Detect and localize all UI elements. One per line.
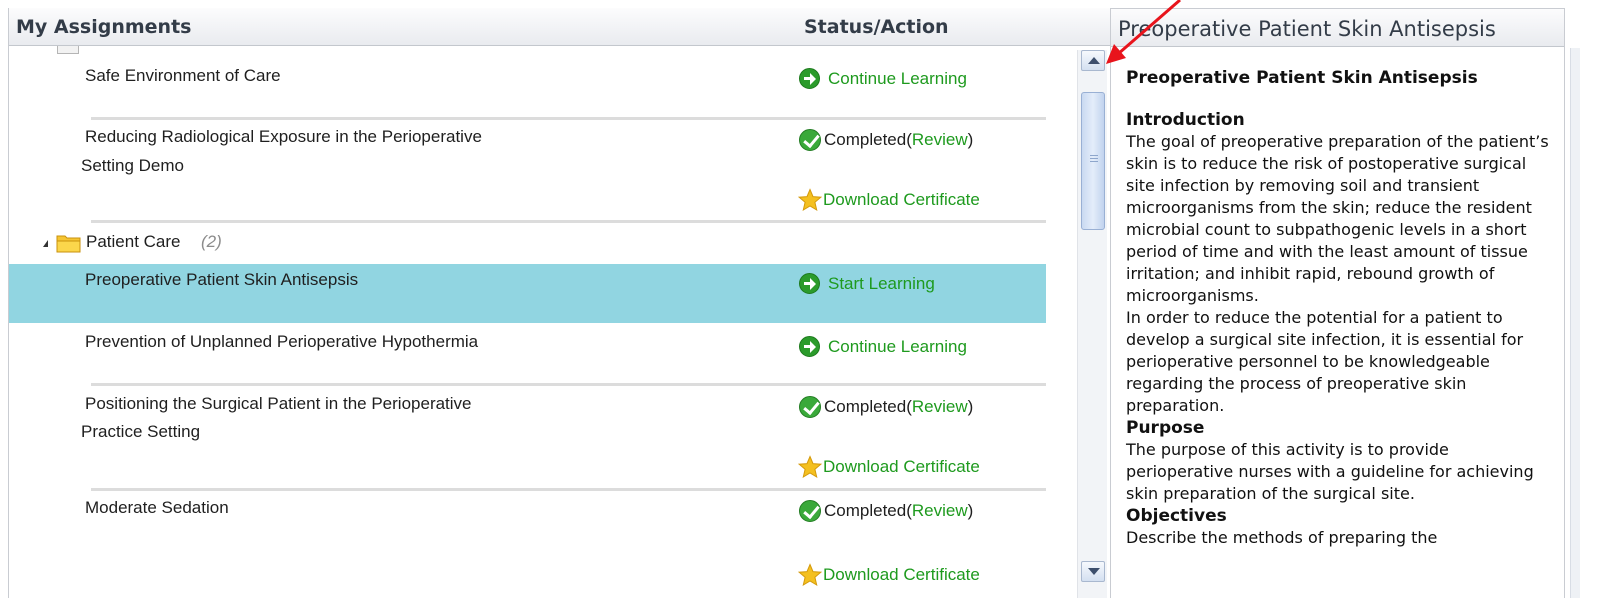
detail-panel: Preoperative Patient Skin Antisepsis Pre… bbox=[1110, 8, 1565, 598]
assignment-row-safe-environment[interactable]: Safe Environment of Care Continue Learni… bbox=[9, 50, 1046, 118]
folder-icon bbox=[56, 235, 81, 253]
detail-body: Preoperative Patient Skin Antisepsis Int… bbox=[1126, 67, 1551, 549]
arrow-right-circle-icon bbox=[799, 68, 820, 89]
folder-patient-care[interactable]: Patient Care (2) bbox=[9, 229, 609, 259]
star-icon bbox=[798, 455, 822, 479]
objectives-heading: Objectives bbox=[1126, 506, 1227, 526]
detail-title: Preoperative Patient Skin Antisepsis bbox=[1126, 68, 1478, 88]
assignment-title: Prevention of Unplanned Perioperative Hy… bbox=[85, 332, 479, 351]
assignments-header: My Assignments Status/Action bbox=[9, 8, 1110, 46]
scrollbar-thumb[interactable] bbox=[1081, 92, 1105, 230]
assignment-row-positioning[interactable]: Positioning the Surgical Patient in the … bbox=[9, 386, 1046, 488]
introduction-text-2: In order to reduce the potential for a p… bbox=[1126, 308, 1524, 415]
assignments-panel: My Assignments Status/Action Safe Enviro… bbox=[8, 8, 1110, 598]
assignment-title-cont: Practice Setting bbox=[81, 422, 201, 441]
continue-learning-link[interactable]: Continue Learning bbox=[799, 336, 967, 357]
download-certificate-link[interactable]: Download Certificate bbox=[798, 188, 980, 212]
scroll-down-arrow-icon[interactable] bbox=[1081, 561, 1105, 582]
completed-status: Completed(Review) bbox=[799, 500, 973, 522]
review-link[interactable]: Review bbox=[912, 130, 968, 150]
purpose-heading: Purpose bbox=[1126, 418, 1205, 438]
review-link[interactable]: Review bbox=[912, 397, 968, 417]
review-link[interactable]: Review bbox=[912, 501, 968, 521]
assignment-title: Safe Environment of Care bbox=[85, 66, 281, 85]
detail-scrollbar[interactable] bbox=[1570, 48, 1580, 598]
folder-count: (2) bbox=[201, 232, 222, 251]
introduction-text: The goal of preoperative preparation of … bbox=[1126, 132, 1549, 305]
check-circle-icon bbox=[799, 396, 821, 418]
row-divider bbox=[91, 220, 1046, 223]
star-icon bbox=[798, 563, 822, 587]
arrow-right-circle-icon bbox=[799, 273, 820, 294]
assignment-row-radiological-exposure[interactable]: Reducing Radiological Exposure in the Pe… bbox=[9, 120, 1046, 220]
collapse-triangle-icon[interactable] bbox=[43, 240, 48, 247]
introduction-heading: Introduction bbox=[1126, 110, 1245, 130]
completed-status: Completed(Review) bbox=[799, 396, 973, 418]
status-action-heading: Status/Action bbox=[804, 16, 949, 38]
assignment-row-preoperative-skin-antisepsis[interactable]: Preoperative Patient Skin Antisepsis Sta… bbox=[9, 264, 1046, 323]
assignment-title: Reducing Radiological Exposure in the Pe… bbox=[85, 127, 482, 146]
objectives-text: Describe the methods of preparing the bbox=[1126, 528, 1438, 547]
check-circle-icon bbox=[799, 129, 821, 151]
assignment-title-cont: Setting Demo bbox=[81, 156, 184, 175]
assignments-scrollbar[interactable] bbox=[1077, 50, 1107, 598]
completed-status: Completed(Review) bbox=[799, 129, 973, 151]
star-icon bbox=[798, 188, 822, 212]
purpose-text: The purpose of this activity is to provi… bbox=[1126, 440, 1534, 503]
start-learning-link[interactable]: Start Learning bbox=[799, 273, 935, 294]
continue-learning-link[interactable]: Continue Learning bbox=[799, 68, 967, 89]
check-circle-icon bbox=[799, 500, 821, 522]
assignment-title: Positioning the Surgical Patient in the … bbox=[85, 394, 472, 413]
assignment-row-hypothermia[interactable]: Prevention of Unplanned Perioperative Hy… bbox=[9, 323, 1046, 383]
assignment-title: Moderate Sedation bbox=[85, 498, 229, 517]
my-assignments-heading: My Assignments bbox=[16, 16, 192, 38]
grip-icon bbox=[1090, 155, 1098, 163]
assignment-title: Preoperative Patient Skin Antisepsis bbox=[85, 270, 359, 289]
assignment-row-moderate-sedation[interactable]: Moderate Sedation Completed(Review) Down… bbox=[9, 491, 1046, 598]
download-certificate-link[interactable]: Download Certificate bbox=[798, 563, 980, 587]
arrow-right-circle-icon bbox=[799, 336, 820, 357]
annotation-arrow-icon bbox=[1106, 0, 1181, 64]
download-certificate-link[interactable]: Download Certificate bbox=[798, 455, 980, 479]
folder-label: Patient Care bbox=[86, 232, 181, 251]
